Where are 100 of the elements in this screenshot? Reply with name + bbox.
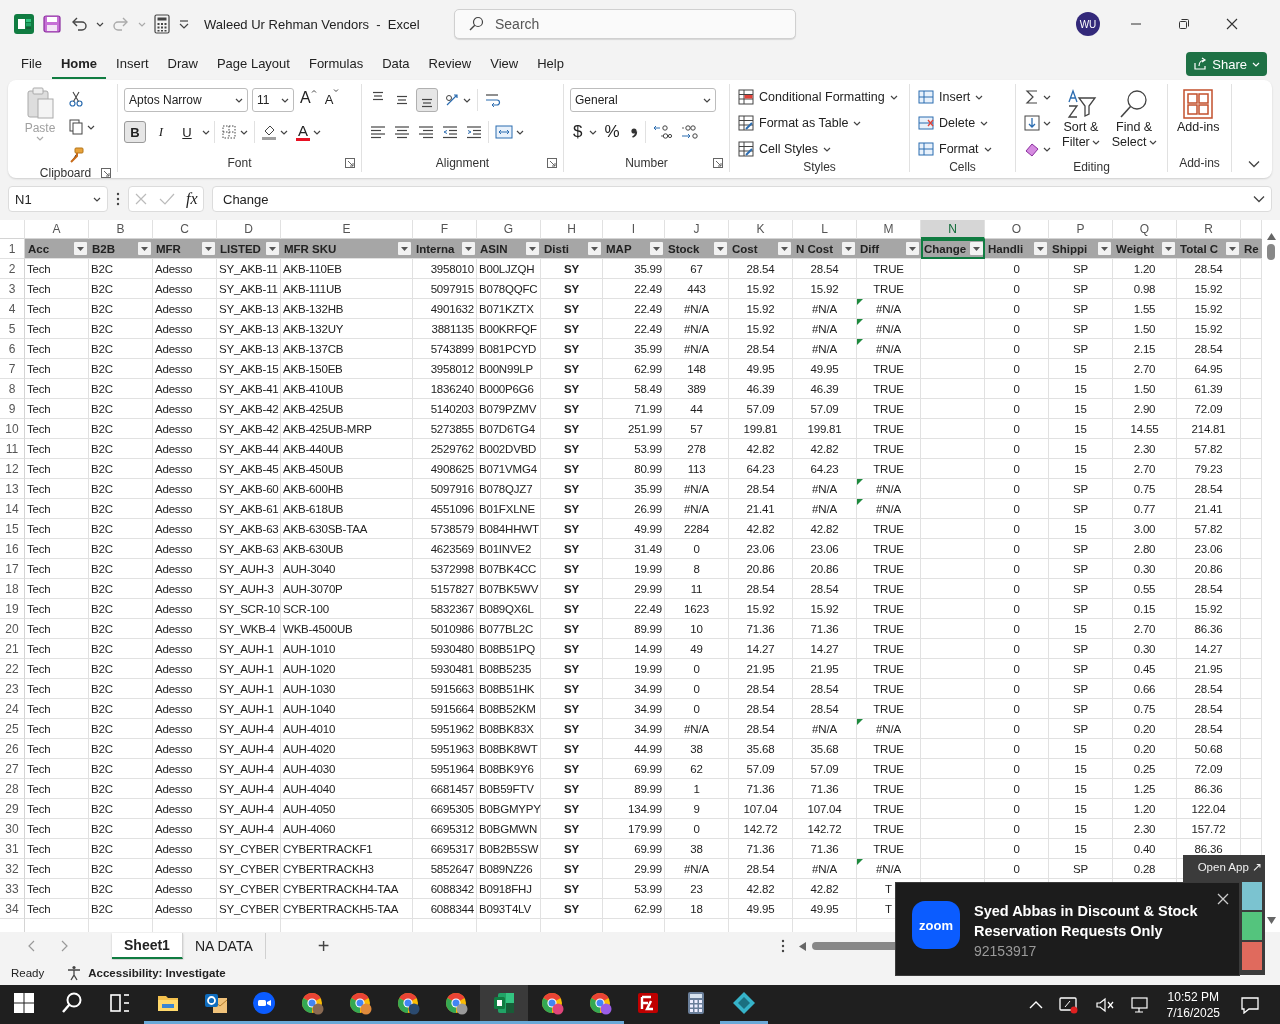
table-cell[interactable]: B07D6TG4 bbox=[477, 419, 541, 439]
filter-button[interactable] bbox=[650, 242, 663, 255]
table-cell[interactable]: Tech bbox=[25, 499, 89, 519]
table-cell[interactable]: AUH-1020 bbox=[281, 659, 413, 679]
table-cell[interactable]: #N/A bbox=[665, 479, 729, 499]
row-header[interactable]: 3 bbox=[0, 279, 25, 299]
table-cell[interactable]: 42.82 bbox=[729, 439, 793, 459]
row-header[interactable]: 1 bbox=[0, 239, 25, 259]
table-cell[interactable]: SY_AKB-63 bbox=[217, 519, 281, 539]
table-cell[interactable]: 15.92 bbox=[1177, 299, 1241, 319]
table-cell[interactable]: 28.54 bbox=[729, 339, 793, 359]
table-cell[interactable]: TRUE bbox=[857, 659, 921, 679]
row-header[interactable]: 11 bbox=[0, 439, 25, 459]
table-cell[interactable]: SY_AUH-4 bbox=[217, 799, 281, 819]
table-cell[interactable]: SY bbox=[541, 739, 603, 759]
table-cell[interactable]: 4623569 bbox=[413, 539, 477, 559]
table-cell[interactable]: 148 bbox=[665, 359, 729, 379]
caret-icon[interactable] bbox=[983, 146, 992, 152]
table-cell[interactable]: 15 bbox=[1049, 739, 1113, 759]
table-cell[interactable]: 2.70 bbox=[1113, 359, 1177, 379]
font-color-button[interactable]: A bbox=[294, 121, 323, 143]
table-cell[interactable]: Adesso bbox=[153, 879, 217, 899]
table-cell[interactable]: Adesso bbox=[153, 899, 217, 919]
empty-cell[interactable] bbox=[921, 439, 985, 459]
table-cell[interactable]: SY_WKB-4 bbox=[217, 619, 281, 639]
table-cell[interactable]: SP bbox=[1049, 679, 1113, 699]
table-cell[interactable]: 214.81 bbox=[1177, 419, 1241, 439]
table-cell[interactable]: 1623 bbox=[665, 599, 729, 619]
table-cell[interactable]: 71.36 bbox=[793, 779, 857, 799]
table-cell[interactable]: 23 bbox=[665, 879, 729, 899]
empty-cell[interactable] bbox=[921, 539, 985, 559]
table-cell[interactable]: 0 bbox=[665, 539, 729, 559]
table-cell[interactable]: 57.09 bbox=[793, 759, 857, 779]
table-cell[interactable]: Adesso bbox=[153, 579, 217, 599]
row-header[interactable]: 33 bbox=[0, 879, 25, 899]
table-cell[interactable]: 6088342 bbox=[413, 879, 477, 899]
row-header[interactable]: 26 bbox=[0, 739, 25, 759]
table-cell[interactable]: 57.82 bbox=[1177, 519, 1241, 539]
row-header[interactable]: 19 bbox=[0, 599, 25, 619]
table-cell[interactable]: 28.54 bbox=[1177, 719, 1241, 739]
table-cell[interactable]: SY_AKB-45 bbox=[217, 459, 281, 479]
table-cell[interactable]: B2C bbox=[89, 639, 153, 659]
table-cell[interactable]: Tech bbox=[25, 399, 89, 419]
table-cell[interactable]: 15 bbox=[1049, 519, 1113, 539]
row-header[interactable]: 16 bbox=[0, 539, 25, 559]
table-cell[interactable]: Adesso bbox=[153, 779, 217, 799]
caret-icon[interactable] bbox=[516, 129, 524, 135]
table-cell[interactable]: Adesso bbox=[153, 699, 217, 719]
table-cell[interactable]: 15.92 bbox=[793, 599, 857, 619]
dialog-launcher-icon[interactable] bbox=[101, 168, 111, 178]
table-cell[interactable]: 34.99 bbox=[603, 699, 665, 719]
table-cell[interactable]: 15.92 bbox=[729, 299, 793, 319]
table-cell[interactable]: 0 bbox=[985, 379, 1049, 399]
table-cell[interactable]: 23.06 bbox=[729, 539, 793, 559]
table-cell[interactable]: 0.55 bbox=[1113, 579, 1177, 599]
table-cell[interactable]: 5915663 bbox=[413, 679, 477, 699]
table-cell[interactable]: Adesso bbox=[153, 759, 217, 779]
table-cell[interactable]: SY_AUH-3 bbox=[217, 579, 281, 599]
table-cell[interactable]: SY bbox=[541, 319, 603, 339]
notifications-icon[interactable] bbox=[1240, 995, 1260, 1014]
table-cell[interactable]: 38 bbox=[665, 839, 729, 859]
empty-cell[interactable] bbox=[921, 399, 985, 419]
table-cell[interactable]: #N/A bbox=[793, 859, 857, 879]
table-cell[interactable]: 28.54 bbox=[793, 679, 857, 699]
table-cell[interactable]: B00KRFQF bbox=[477, 319, 541, 339]
table-cell[interactable]: 58.49 bbox=[603, 379, 665, 399]
empty-cell[interactable] bbox=[921, 779, 985, 799]
table-cell[interactable]: 35.68 bbox=[729, 739, 793, 759]
empty-cell[interactable] bbox=[921, 499, 985, 519]
formula-field[interactable]: Change bbox=[212, 186, 1272, 212]
table-cell[interactable]: AKB-630SB-TAA bbox=[281, 519, 413, 539]
table-cell[interactable]: B089QX6L bbox=[477, 599, 541, 619]
table-cell[interactable]: 15 bbox=[1049, 759, 1113, 779]
table-cell[interactable]: AUH-4010 bbox=[281, 719, 413, 739]
table-cell[interactable]: 64.23 bbox=[793, 459, 857, 479]
menu-tab[interactable]: View bbox=[481, 49, 528, 79]
table-cell[interactable]: 0.75 bbox=[1113, 479, 1177, 499]
header-cell[interactable]: MAP bbox=[603, 239, 665, 259]
table-cell[interactable]: B08B51PQ bbox=[477, 639, 541, 659]
empty-cell[interactable] bbox=[921, 559, 985, 579]
table-cell[interactable]: Adesso bbox=[153, 279, 217, 299]
fill-button[interactable] bbox=[1022, 112, 1053, 134]
caret-icon[interactable] bbox=[1043, 120, 1051, 126]
table-cell[interactable]: 1.20 bbox=[1113, 259, 1177, 279]
table-cell[interactable]: SY bbox=[541, 799, 603, 819]
table-cell[interactable]: SY bbox=[541, 519, 603, 539]
format-cells-button[interactable]: Format bbox=[916, 138, 994, 160]
table-cell[interactable]: SY_AUH-4 bbox=[217, 819, 281, 839]
table-cell[interactable]: 15 bbox=[1049, 399, 1113, 419]
filter-button[interactable] bbox=[74, 242, 87, 255]
table-cell[interactable]: Adesso bbox=[153, 639, 217, 659]
table-cell[interactable]: #N/A bbox=[857, 339, 921, 359]
column-header[interactable]: F bbox=[413, 220, 477, 239]
row-header[interactable]: 8 bbox=[0, 379, 25, 399]
header-cell[interactable]: Total C bbox=[1177, 239, 1241, 259]
table-cell[interactable]: 5140203 bbox=[413, 399, 477, 419]
table-cell[interactable]: TRUE bbox=[857, 539, 921, 559]
table-cell[interactable]: SCR-100 bbox=[281, 599, 413, 619]
table-cell[interactable]: AKB-110EB bbox=[281, 259, 413, 279]
table-cell[interactable]: 21.95 bbox=[1177, 659, 1241, 679]
